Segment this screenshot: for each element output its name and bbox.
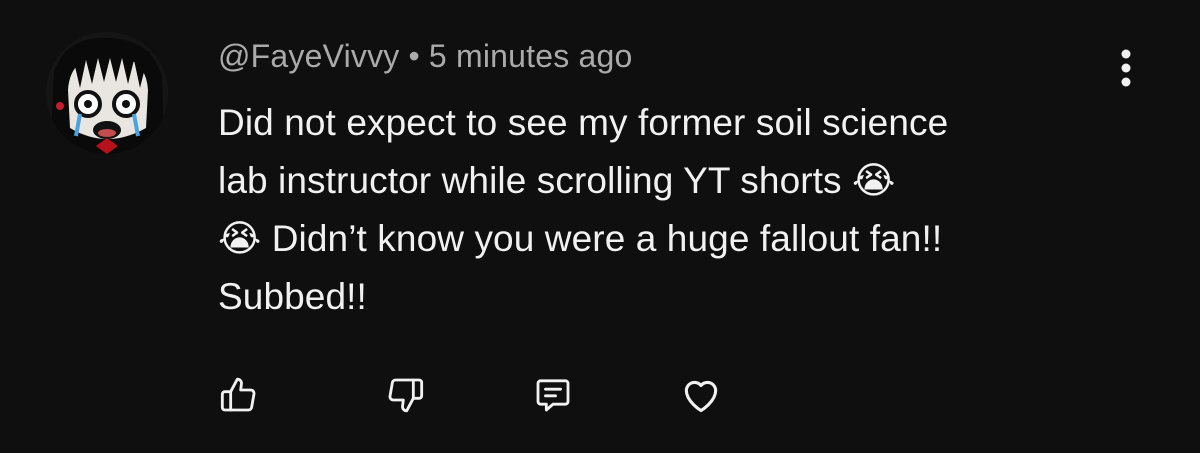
reply-button[interactable] [528,370,578,420]
author-handle[interactable]: @FayeVivvy [218,38,400,74]
thumbs-up-icon [220,377,256,412]
heart-icon [684,380,718,413]
like-button[interactable] [214,370,264,420]
comment-item: @FayeVivvy • 5 minutes ago Did not expect … [0,0,1200,453]
comment-header: @FayeVivvy • 5 minutes ago [218,38,633,75]
thumbs-down-icon [388,378,424,413]
avatar[interactable] [46,32,168,154]
more-vertical-icon[interactable] [1108,48,1144,88]
heart-button[interactable] [676,370,726,420]
timestamp: 5 minutes ago [428,38,633,74]
comment-text: Did not expect to see my former soil sci… [218,102,949,317]
avatar-image [46,32,168,154]
comment-icon [536,379,570,412]
separator-dot: • [408,38,420,74]
dislike-button[interactable] [380,370,430,420]
comment-actions [0,370,1200,420]
